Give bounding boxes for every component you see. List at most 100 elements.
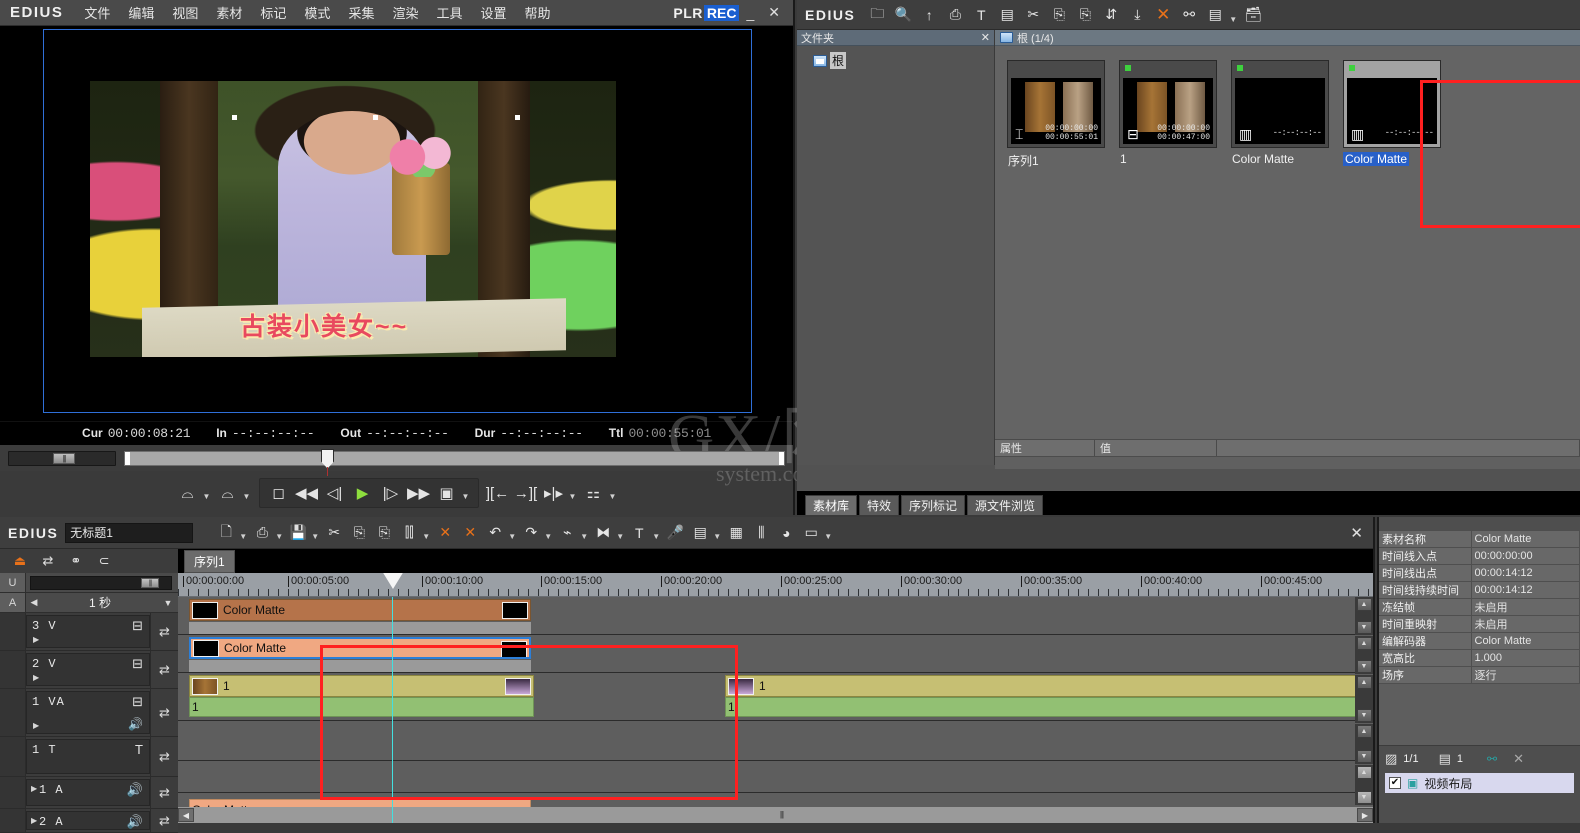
set-out-caret-icon[interactable]: ▼ bbox=[243, 480, 253, 506]
add-cut-caret-icon[interactable]: ▼ bbox=[580, 520, 590, 546]
info-value[interactable]: 未启用 bbox=[1471, 599, 1580, 616]
timeline-clip[interactable]: 1 bbox=[189, 675, 534, 697]
bin-clip-label[interactable]: 1 bbox=[1119, 152, 1223, 166]
close-icon[interactable]: ✕ bbox=[1513, 751, 1524, 767]
add-title-icon[interactable]: T bbox=[627, 520, 651, 546]
overwrite-to-timeline-icon[interactable]: →][ bbox=[513, 480, 539, 506]
audio-mixer-icon[interactable]: ⫼ bbox=[749, 520, 773, 546]
zoom-level-value[interactable]: 1 秒 bbox=[42, 594, 158, 611]
transition-icon[interactable]: ⧓ bbox=[591, 520, 615, 546]
bin-clip-thumbnail[interactable]: ▥ --:--:--:-- bbox=[1231, 60, 1329, 148]
new-project-caret-icon[interactable]: ▼ bbox=[239, 520, 249, 546]
new-folder-icon[interactable]: 🗀 bbox=[865, 3, 889, 27]
redo-icon[interactable]: ↷ bbox=[519, 520, 543, 546]
track-expand-icon[interactable]: ▶ bbox=[33, 673, 39, 682]
bin-clip-thumbnail[interactable]: ⌶ 00:00:00:00 00:00:55:01 bbox=[1007, 60, 1105, 148]
track-header-2v[interactable]: 2 V ⊟ ▶ ⇄ bbox=[0, 651, 178, 689]
track-height-slider[interactable]: ||| bbox=[30, 576, 172, 590]
info-value[interactable]: 00:00:14:12 bbox=[1471, 582, 1580, 599]
view-mode-caret-icon[interactable]: ▼ bbox=[1229, 3, 1239, 27]
open-project-icon[interactable]: ⎙ bbox=[250, 520, 274, 546]
video-mode-badge[interactable]: U bbox=[0, 573, 26, 592]
film-icon[interactable]: ⊟ bbox=[132, 694, 143, 710]
info-value[interactable]: 逐行 bbox=[1471, 667, 1580, 684]
shuttle-knob[interactable]: ||| bbox=[53, 453, 75, 464]
add-clip-icon[interactable]: ⎙ bbox=[943, 3, 967, 27]
track-expand-icon[interactable]: ▶ bbox=[33, 635, 39, 644]
menu-render[interactable]: 渲染 bbox=[383, 0, 427, 25]
bin-clip-thumbnail[interactable]: ▥ --:--:--:-- bbox=[1343, 60, 1441, 148]
horizontal-scroll-thumb[interactable]: ||| bbox=[194, 808, 1357, 822]
menu-edit[interactable]: 编辑 bbox=[119, 0, 163, 25]
zoom-out-icon[interactable]: ◀ bbox=[26, 597, 42, 608]
scrub-in-marker[interactable] bbox=[125, 452, 130, 465]
undo-icon[interactable]: ↶ bbox=[483, 520, 507, 546]
track-row-3v[interactable]: Color Matte bbox=[178, 597, 1373, 635]
info-value[interactable]: 未启用 bbox=[1471, 616, 1580, 633]
scrub-out-marker[interactable] bbox=[779, 452, 784, 465]
menu-marker[interactable]: 标记 bbox=[251, 0, 295, 25]
timeline-audio-clip[interactable]: 1 bbox=[189, 697, 534, 717]
link-mode-icon[interactable]: ⚭ bbox=[64, 551, 88, 571]
add-cut-point-icon[interactable]: ⌁ bbox=[555, 520, 579, 546]
bin-prop-col-value[interactable]: 值 bbox=[1095, 440, 1217, 456]
insert-to-timeline-icon[interactable]: ][← bbox=[485, 480, 511, 506]
export-caret-icon[interactable]: ▼ bbox=[713, 520, 723, 546]
track-sync-icon[interactable]: ⇄ bbox=[150, 689, 178, 736]
cut-icon[interactable]: ✂ bbox=[322, 520, 346, 546]
timeline-clip[interactable]: 1 bbox=[725, 675, 1358, 697]
window-layout-caret-icon[interactable]: ▼ bbox=[824, 520, 834, 546]
paste-icon[interactable]: ⎘ bbox=[372, 520, 396, 546]
track-row-1t[interactable] bbox=[178, 721, 1373, 761]
scroll-left-icon[interactable]: ◀ bbox=[178, 808, 194, 822]
scroll-down-icon[interactable]: ▼ bbox=[1357, 709, 1372, 722]
menu-capture[interactable]: 采集 bbox=[339, 0, 383, 25]
menu-view[interactable]: 视图 bbox=[163, 0, 207, 25]
import-icon[interactable]: ⤓ bbox=[1125, 3, 1149, 27]
tab-asset-library[interactable]: 素材库 bbox=[805, 495, 857, 515]
timecode-out-value[interactable]: --:--:--:-- bbox=[366, 426, 449, 441]
crop-handle-tr[interactable] bbox=[515, 115, 520, 120]
fast-forward-icon[interactable]: ▶▶ bbox=[406, 480, 432, 506]
layouter-icon[interactable]: ▦ bbox=[724, 520, 748, 546]
speaker-icon[interactable]: 🔊 bbox=[127, 814, 143, 830]
sequence-tab[interactable]: 序列1 bbox=[184, 550, 235, 573]
scrub-playhead[interactable] bbox=[321, 449, 334, 469]
track-header-3v[interactable]: 3 V ⊟ ▶ ⇄ bbox=[0, 613, 178, 651]
voice-over-icon[interactable]: 🎤 bbox=[663, 520, 687, 546]
track-height-slider-knob[interactable]: ||| bbox=[141, 578, 159, 588]
redo-caret-icon[interactable]: ▼ bbox=[544, 520, 554, 546]
bin-clip-item[interactable]: ⌶ 00:00:00:00 00:00:55:01 序列1 bbox=[1007, 60, 1111, 169]
folder-item-root[interactable]: 根 bbox=[813, 52, 994, 69]
add-title-icon[interactable]: T bbox=[969, 3, 993, 27]
export-icon[interactable]: ▤ bbox=[688, 520, 712, 546]
crop-handle-tl[interactable] bbox=[232, 115, 237, 120]
clip-keyframe-row[interactable] bbox=[189, 660, 531, 672]
save-project-icon[interactable]: 💾 bbox=[286, 520, 310, 546]
track-scroll-3v[interactable]: ▲ ▼ bbox=[1355, 597, 1373, 635]
link-icon[interactable]: ⚯ bbox=[1487, 752, 1497, 766]
add-to-bin-icon[interactable]: ▸|▸ bbox=[541, 480, 567, 506]
insert-overwrite-mode-icon[interactable]: ⏏ bbox=[8, 551, 32, 571]
delete-clear-icon[interactable]: ✕ bbox=[433, 520, 457, 546]
menu-clip[interactable]: 素材 bbox=[207, 0, 251, 25]
bin-clip-item[interactable]: ⊟ 00:00:00:00 00:00:47:00 1 bbox=[1119, 60, 1223, 169]
scroll-up-icon[interactable]: ▲ bbox=[1357, 676, 1372, 689]
search-icon[interactable]: 🔍 bbox=[891, 3, 915, 27]
color-wheel-icon[interactable]: ◕ bbox=[774, 520, 798, 546]
new-project-icon[interactable]: 🗋 bbox=[214, 520, 238, 546]
bin-clip-label[interactable]: Color Matte bbox=[1343, 152, 1409, 166]
scroll-up-icon[interactable]: ▲ bbox=[1357, 725, 1372, 738]
track-scroll-2v[interactable]: ▲ ▼ bbox=[1355, 636, 1373, 674]
up-folder-icon[interactable]: ↑ bbox=[917, 3, 941, 27]
timeline-ruler[interactable]: 00:00:00:00 00:00:05:00 00:00:10:00 00:0… bbox=[178, 573, 1373, 597]
stop-icon[interactable]: ◻ bbox=[266, 480, 292, 506]
scroll-right-icon[interactable]: ▶ bbox=[1357, 808, 1373, 822]
track-row-1va[interactable]: 1 1 1 1 bbox=[178, 673, 1373, 721]
cut-icon[interactable]: ✂ bbox=[1021, 3, 1045, 27]
tab-source-browser[interactable]: 源文件浏览 bbox=[967, 495, 1043, 515]
track-expand-icon[interactable]: ▶ bbox=[31, 816, 37, 825]
sort-icon[interactable]: ⇵ bbox=[1099, 3, 1123, 27]
save-project-caret-icon[interactable]: ▼ bbox=[311, 520, 321, 546]
timeline-clip-selected[interactable]: Color Matte bbox=[189, 637, 531, 659]
